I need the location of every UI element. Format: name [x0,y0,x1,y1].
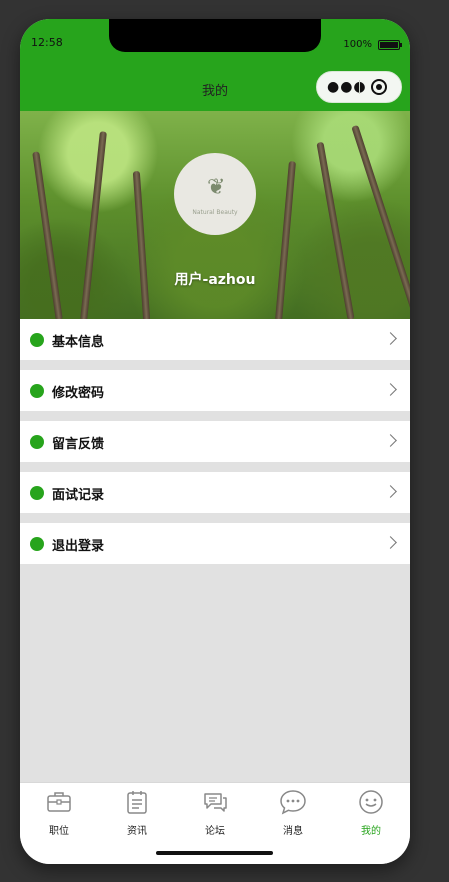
username: 用户-azhou [174,272,256,288]
battery-percentage: 100% [343,39,372,50]
tree-trunk [80,131,107,319]
briefcase-icon [47,792,71,812]
forum-icon [204,793,227,812]
navigation-bar: 我的 ●●● [20,64,410,111]
chevron-right-icon [384,536,397,549]
tree-trunk [316,141,355,319]
avatar-caption: Natural Beauty [192,209,238,216]
home-indicator [156,851,273,855]
menu-item-feedback[interactable]: 留言反馈 [20,421,410,462]
tab-label: 论坛 [205,826,225,837]
menu-item-label: 修改密码 [52,386,105,401]
menu-item-change-password[interactable]: 修改密码 [20,370,410,411]
avatar[interactable]: ❦ Natural Beauty [174,153,256,235]
green-dot-icon [30,486,44,500]
smiley-icon [359,790,383,814]
clipboard-icon [127,791,147,814]
tab-label: 我的 [361,826,381,837]
mini-program-capsule: ●●● [316,71,402,103]
tab-label: 消息 [283,826,303,837]
tab-mine[interactable]: 我的 [332,789,410,837]
green-dot-icon [30,333,44,347]
menu-item-label: 留言反馈 [52,437,105,452]
green-dot-icon [30,384,44,398]
chevron-right-icon [384,485,397,498]
chat-bubble-icon [280,790,306,815]
green-dot-icon [30,435,44,449]
profile-banner: ❦ Natural Beauty 用户-azhou [20,111,410,319]
phone-frame: 12:58 100% 我的 ●●● ❦ Natural Beauty 用户-az… [20,19,410,864]
menu-item-logout[interactable]: 退出登录 [20,523,410,564]
tab-forum[interactable]: 论坛 [176,789,254,837]
tab-label: 资讯 [127,826,147,837]
chevron-right-icon [384,383,397,396]
menu-list: 基本信息 修改密码 留言反馈 面试记录 退出登录 [20,319,410,574]
tree-trunk [132,170,151,319]
menu-item-label: 面试记录 [52,488,105,503]
tab-jobs[interactable]: 职位 [20,789,98,837]
menu-item-label: 基本信息 [52,335,105,350]
menu-item-interview-records[interactable]: 面试记录 [20,472,410,513]
status-bar: 12:58 100% [20,19,410,64]
green-dot-icon [30,537,44,551]
leaf-portrait-icon: ❦ [207,175,226,200]
menu-item-label: 退出登录 [52,539,105,554]
more-dots-icon[interactable]: ●●● [327,72,367,102]
target-icon[interactable] [371,79,387,95]
menu-item-basic-info[interactable]: 基本信息 [20,319,410,360]
tree-trunk [32,151,63,319]
notch [109,19,321,52]
status-time: 12:58 [31,36,63,49]
battery-icon [378,40,402,50]
tab-label: 职位 [49,826,69,837]
tree-trunk [275,160,296,319]
chevron-right-icon [384,434,397,447]
chevron-right-icon [384,332,397,345]
tab-messages[interactable]: 消息 [254,789,332,837]
capsule-divider [359,80,360,94]
tab-news[interactable]: 资讯 [98,789,176,837]
